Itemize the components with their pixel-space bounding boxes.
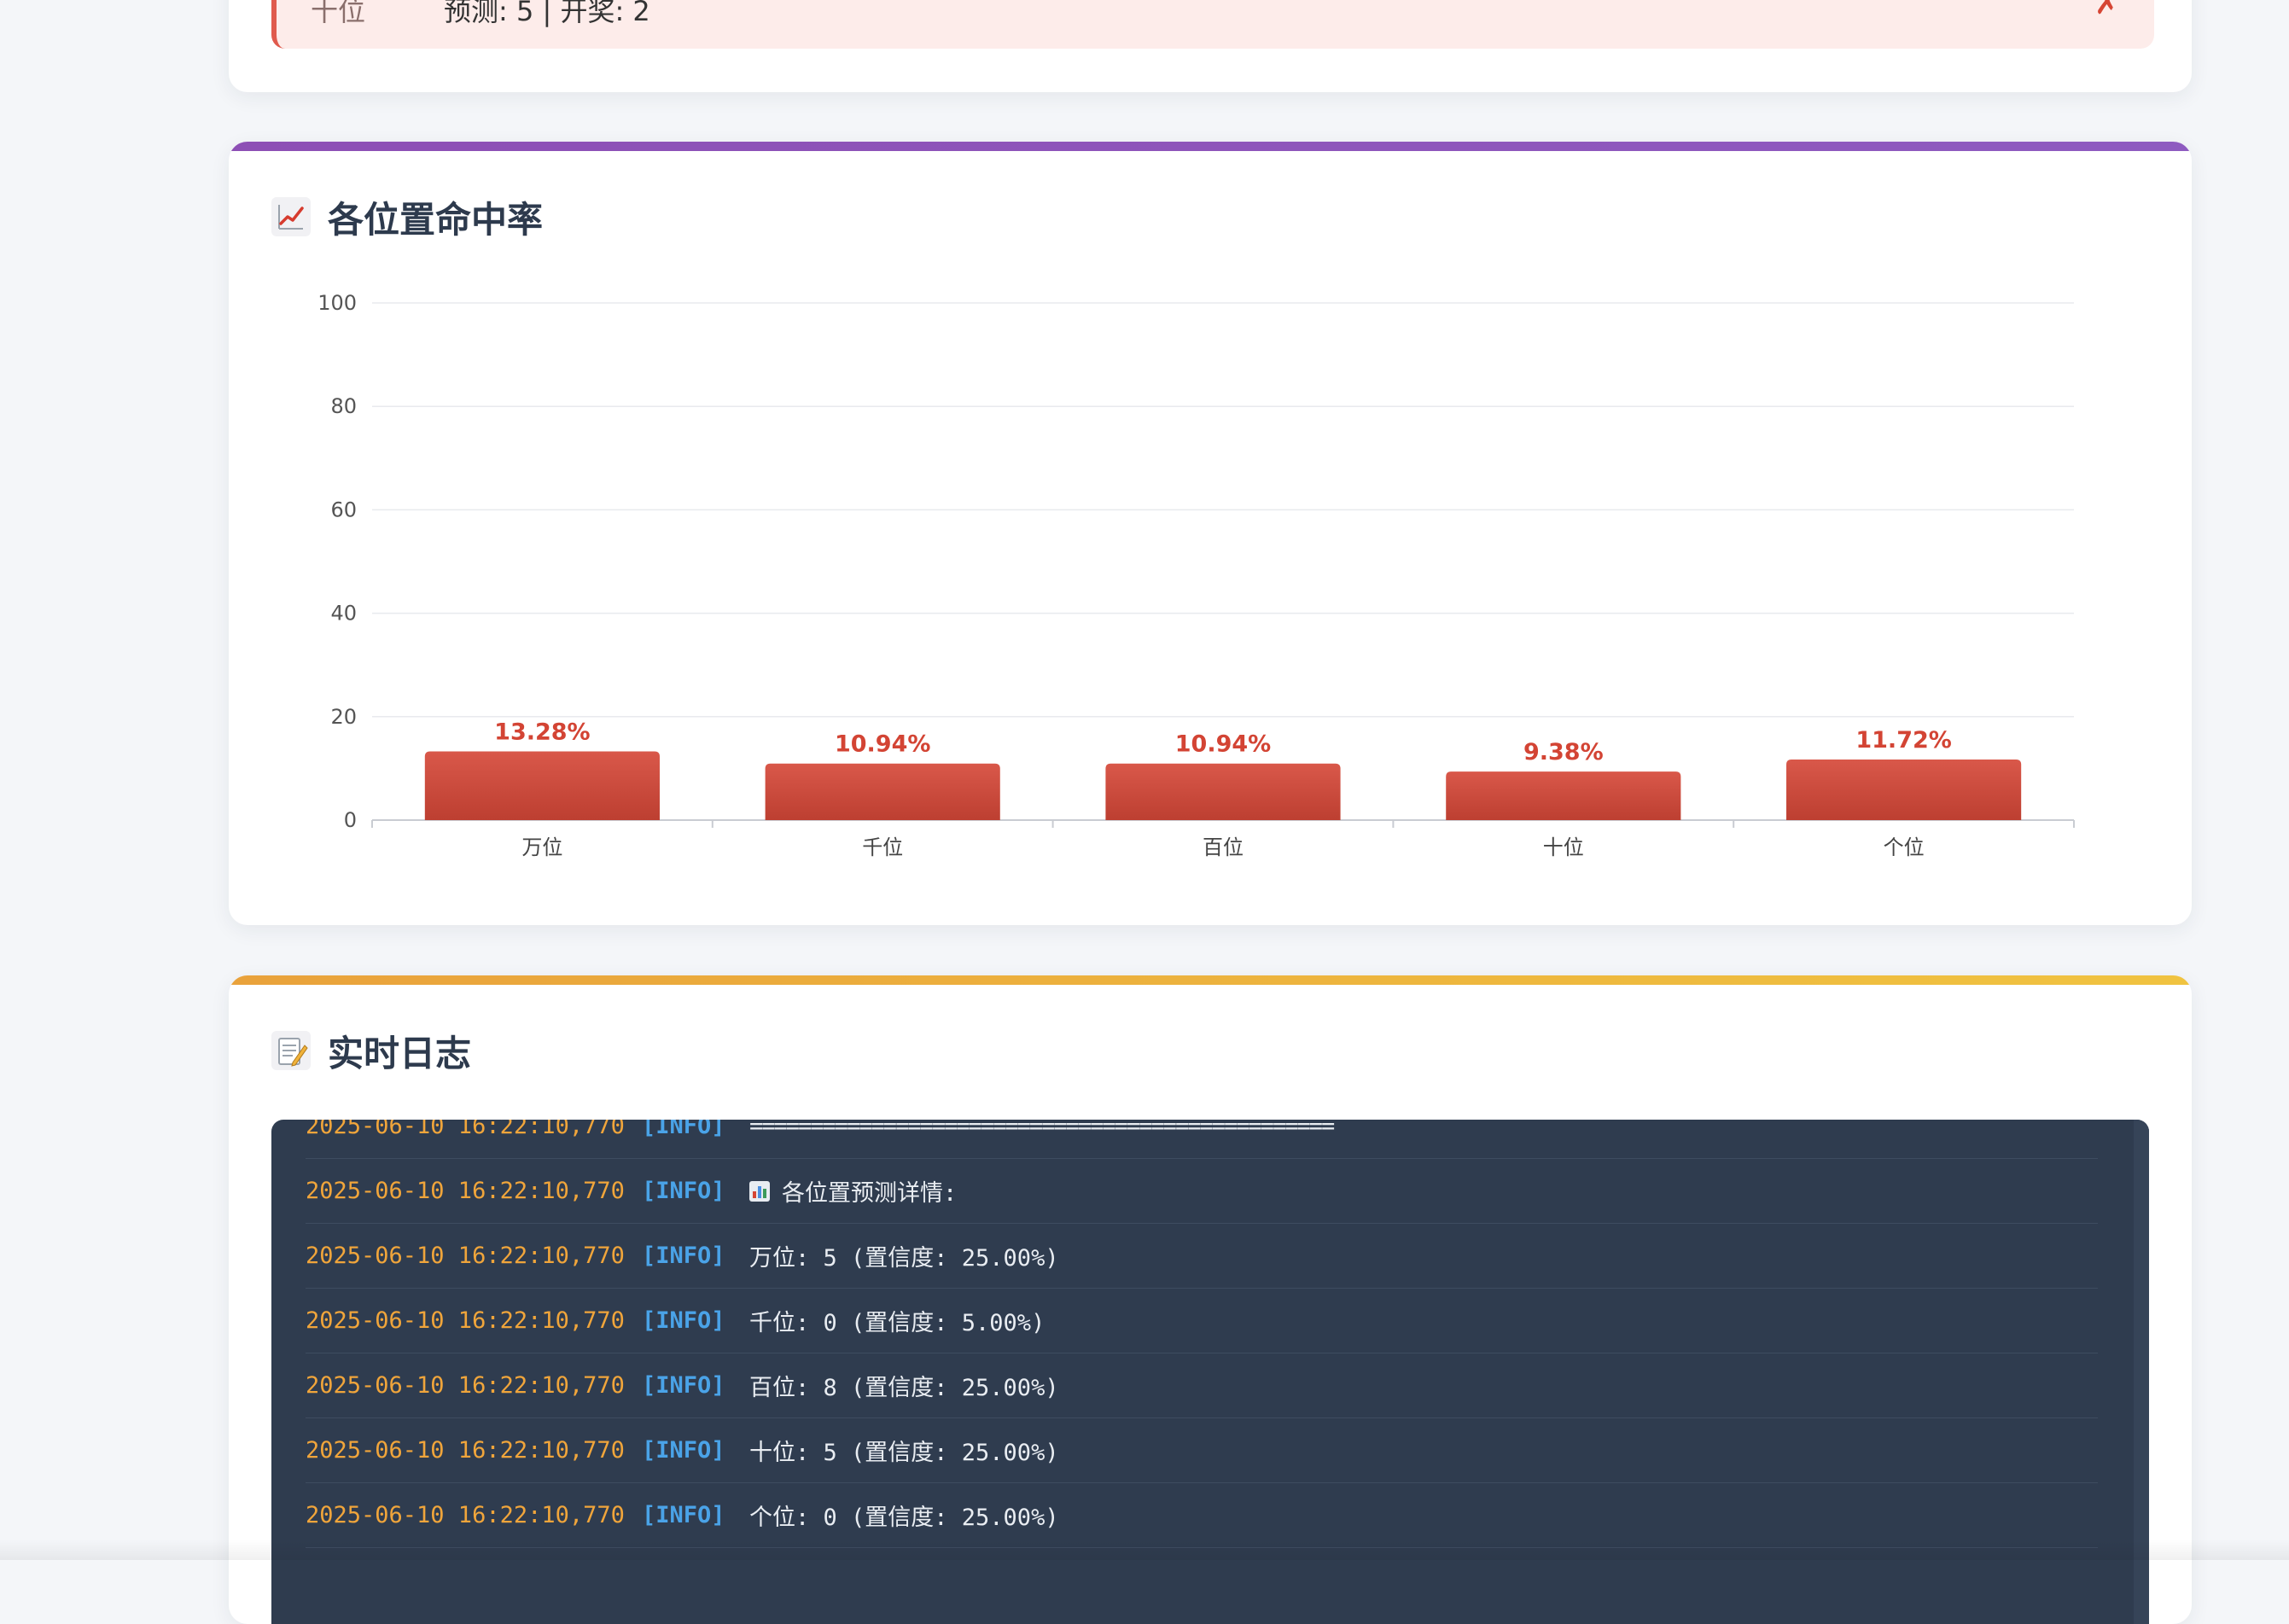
- log-level: [INFO]: [642, 1120, 749, 1139]
- bar-5: [1786, 760, 2021, 820]
- card-accent-bar: [229, 975, 2192, 985]
- log-message: 万位: 5 (置信度: 25.00%): [749, 1239, 1059, 1272]
- bar-data-label: 10.94%: [835, 731, 930, 758]
- log-line: 2025-06-10 16:22:10,770[INFO]十位: 5 (置信度:…: [306, 1418, 2098, 1483]
- bar-data-label: 9.38%: [1523, 739, 1604, 765]
- x-category-label: 万位: [521, 835, 562, 859]
- log-message: 千位: 0 (置信度: 5.00%): [749, 1304, 1045, 1337]
- bar-data-label: 13.28%: [494, 719, 590, 746]
- log-timestamp: 2025-06-10 16:22:10,770: [306, 1178, 642, 1204]
- log-level: [INFO]: [642, 1502, 749, 1528]
- log-level: [INFO]: [642, 1307, 749, 1334]
- log-message: 百位: 8 (置信度: 25.00%): [749, 1369, 1059, 1402]
- viewport-bottom-shadow: [0, 1540, 2289, 1560]
- log-timestamp: 2025-06-10 16:22:10,770: [306, 1502, 642, 1528]
- bar-chart-icon: [749, 1181, 770, 1202]
- x-category-label: 百位: [1203, 835, 1244, 859]
- y-tick-label: 40: [330, 602, 357, 626]
- y-tick-label: 0: [344, 808, 357, 832]
- y-tick-label: 20: [330, 705, 357, 729]
- log-list: 2025-06-10 16:22:10,770[INFO]===========…: [306, 1120, 2098, 1548]
- log-level: [INFO]: [642, 1243, 749, 1269]
- log-timestamp: 2025-06-10 16:22:10,770: [306, 1120, 642, 1139]
- memo-icon: [271, 1031, 311, 1070]
- bar-3: [1105, 764, 1340, 820]
- log-level: [INFO]: [642, 1372, 749, 1399]
- log-timestamp: 2025-06-10 16:22:10,770: [306, 1307, 642, 1334]
- log-message: 各位置预测详情:: [782, 1174, 957, 1208]
- bar-2: [766, 764, 1000, 820]
- y-tick-label: 80: [330, 394, 357, 418]
- result-position: 十位: [311, 0, 365, 29]
- hit-rate-bar-chart: 0 20 40 60 80 100 13.28% 万位 10.94% 千位 10.94% 百位 9.3…: [229, 142, 2192, 925]
- x-category-label: 十位: [1543, 835, 1584, 859]
- card-header: 实时日志: [271, 1025, 471, 1076]
- log-line: 2025-06-10 16:22:10,770[INFO]万位: 5 (置信度:…: [306, 1224, 2098, 1289]
- result-text: 预测: 5 | 开奖: 2: [444, 0, 650, 29]
- log-message: 个位: 0 (置信度: 25.00%): [749, 1499, 1059, 1532]
- x-category-label: 千位: [862, 835, 903, 859]
- log-line: 2025-06-10 16:22:10,770[INFO]个位: 0 (置信度:…: [306, 1483, 2098, 1548]
- result-row-error: 十位 预测: 5 | 开奖: 2 ✗: [271, 0, 2154, 49]
- log-timestamp: 2025-06-10 16:22:10,770: [306, 1372, 642, 1399]
- log-message: 十位: 5 (置信度: 25.00%): [749, 1434, 1059, 1467]
- log-line: 2025-06-10 16:22:10,770[INFO]===========…: [306, 1120, 2098, 1159]
- log-line: 2025-06-10 16:22:10,770[INFO] 各位置预测详情:: [306, 1159, 2098, 1224]
- prediction-result-card: 十位 预测: 5 | 开奖: 2 ✗: [229, 0, 2192, 92]
- bar-data-label: 11.72%: [1855, 727, 1951, 754]
- y-tick-label: 100: [317, 291, 357, 315]
- log-line: 2025-06-10 16:22:10,770[INFO]百位: 8 (置信度:…: [306, 1353, 2098, 1418]
- bar-data-label: 10.94%: [1175, 731, 1271, 758]
- miss-mark-icon: ✗: [2094, 0, 2120, 21]
- x-category-label: 个位: [1884, 835, 1925, 859]
- log-level: [INFO]: [642, 1178, 749, 1204]
- log-message: ========================================…: [749, 1120, 1333, 1139]
- log-timestamp: 2025-06-10 16:22:10,770: [306, 1437, 642, 1464]
- bar-4: [1446, 771, 1680, 820]
- log-level: [INFO]: [642, 1437, 749, 1464]
- bar-1: [425, 752, 660, 820]
- log-timestamp: 2025-06-10 16:22:10,770: [306, 1243, 642, 1269]
- card-title: 实时日志: [328, 1025, 471, 1077]
- log-line: 2025-06-10 16:22:10,770[INFO]千位: 0 (置信度:…: [306, 1289, 2098, 1353]
- hit-rate-chart-card: 各位置命中率 020406080100 13.28%万位10.94%千位10.9…: [229, 142, 2192, 925]
- realtime-log-card: 实时日志 2025-06-10 16:22:10,770[INFO]======…: [229, 975, 2192, 1624]
- y-tick-label: 60: [330, 498, 357, 521]
